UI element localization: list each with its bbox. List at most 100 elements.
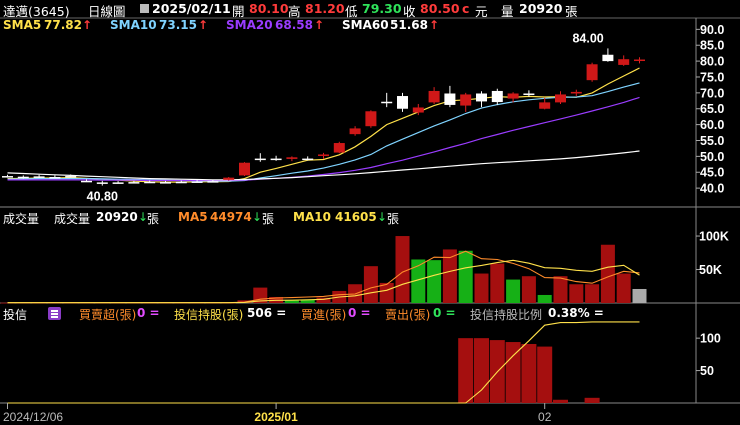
close-value: 80.50 (420, 1, 460, 16)
volume-tick-label: 100K (699, 230, 729, 244)
volume-legend: 成交量 成交量 20920 ↓ 張 MA5 44974 ↓ 張 MA10 416… (0, 209, 450, 226)
candle-body (33, 176, 45, 178)
candle-body (270, 158, 282, 161)
sma60-arrow-icon: ↑ (429, 18, 440, 32)
candle-body (191, 181, 203, 183)
price-tick-label: 80.0 (700, 55, 724, 69)
sma5-arrow-icon: ↑ (82, 18, 93, 32)
sma60-value: 51.68 (390, 18, 428, 32)
volume-label: 成交量 (54, 212, 91, 226)
price-tick-label: 75.0 (700, 70, 724, 84)
ma5-unit: 張 (262, 212, 275, 226)
candle-body (318, 154, 329, 156)
volume-bar (632, 288, 647, 303)
sma5-label: SMA5 (3, 18, 42, 32)
candle-body (507, 93, 519, 99)
candle-body (365, 111, 377, 127)
candle-body (491, 90, 503, 103)
price-tick-label: 55.0 (700, 134, 724, 148)
ma10-label: MA10 (293, 210, 331, 224)
candle-body (476, 93, 487, 102)
x-tick-label: 2025/01 (254, 410, 298, 424)
price-tick-label: 70.0 (700, 86, 724, 100)
candle-body (555, 94, 566, 103)
trust-bar (458, 338, 474, 403)
volume-bar (616, 273, 631, 303)
candle-body (96, 182, 108, 184)
price-legend: SMA5 77.82 ↑ SMA10 73.15 ↑ SMA20 68.58 ↑… (0, 17, 450, 33)
price-tick-label: 60.0 (700, 118, 724, 132)
candle-body (207, 181, 219, 183)
trust-bar (537, 346, 553, 403)
candle-body (381, 101, 393, 104)
volume-bar (553, 276, 568, 303)
candle-body (539, 102, 551, 109)
volume-bar (521, 276, 536, 303)
volume-bar (537, 294, 552, 303)
price-tick-label: 90.0 (700, 23, 724, 37)
volume-bar (585, 284, 600, 303)
volume-unit: 張 (147, 212, 160, 226)
sma60-label: SMA60 (342, 18, 389, 32)
candle-body (254, 158, 266, 161)
sma10-value: 73.15 (159, 18, 197, 32)
candle-body (223, 177, 235, 180)
volume-bar (395, 236, 410, 303)
sma20-label: SMA20 (226, 18, 273, 32)
ma10-value: 41605 (335, 210, 377, 224)
list-settings-icon[interactable] (48, 307, 61, 320)
trust-bar (474, 338, 489, 403)
volume-unit: 張 (565, 4, 578, 19)
sma5-value: 77.82 (44, 18, 82, 32)
low-annotation: 40.80 (87, 190, 118, 204)
trust-buy-sell-value: 0 = (137, 306, 160, 320)
sma10-label: SMA10 (110, 18, 157, 32)
candle-body (175, 181, 187, 184)
trust-ratio-value: 0.38% = (548, 306, 604, 320)
candle-body (412, 107, 424, 113)
trust-bar (553, 399, 568, 403)
candle-body (618, 59, 630, 65)
candle-body (49, 177, 61, 179)
candle-body (523, 93, 535, 95)
ma5-label: MA5 (178, 210, 208, 224)
candle-body (2, 176, 13, 178)
candle-body (349, 128, 361, 135)
trust-bar (521, 343, 537, 403)
volume-bar (490, 263, 505, 303)
volume-bar (458, 250, 473, 303)
volume-panel-title: 成交量 (3, 212, 40, 226)
date-picker-icon[interactable] (140, 4, 149, 13)
ma10-unit: 張 (387, 212, 400, 226)
candle-body (144, 181, 156, 184)
trust-hold-label: 投信持股(張) (174, 308, 244, 322)
candle-body (302, 158, 314, 161)
volume-bar (506, 279, 521, 303)
candle-body (160, 182, 171, 184)
candle-body (634, 59, 645, 62)
volume-bar (600, 244, 615, 303)
candle-body (570, 91, 582, 94)
candle-body (602, 54, 614, 62)
volume-bar (474, 273, 489, 303)
volume-tick-label: 50K (699, 263, 722, 277)
volume-bar (363, 266, 378, 303)
x-tick-label: 2024/12/06 (3, 410, 63, 424)
candle-body (428, 90, 440, 103)
high-annotation: 84.00 (572, 31, 603, 45)
ma5-value: 44974 (210, 210, 252, 224)
trust-panel-title: 投信 (3, 308, 28, 322)
trust-buy-value: 0 = (348, 306, 371, 320)
candle-body (444, 93, 456, 105)
trust-ratio-label: 投信持股比例 (470, 308, 543, 322)
ma10-arrow-icon: ↓ (377, 210, 388, 224)
trust-sell-label: 賣出(張) (385, 308, 431, 322)
ma5-arrow-icon: ↓ (252, 210, 263, 224)
sma20-arrow-icon: ↑ (314, 18, 325, 32)
trust-hold-value: 506 = (247, 306, 287, 320)
trust-legend: 投信 買賣超(張) 0 = 投信持股(張) 506 = 買進(張) 0 = 賣出… (0, 305, 620, 322)
candle-body (286, 157, 298, 159)
price-tick-label: 40.0 (700, 182, 724, 196)
volume-bar (427, 260, 442, 303)
low-value: 79.30 (362, 1, 402, 16)
